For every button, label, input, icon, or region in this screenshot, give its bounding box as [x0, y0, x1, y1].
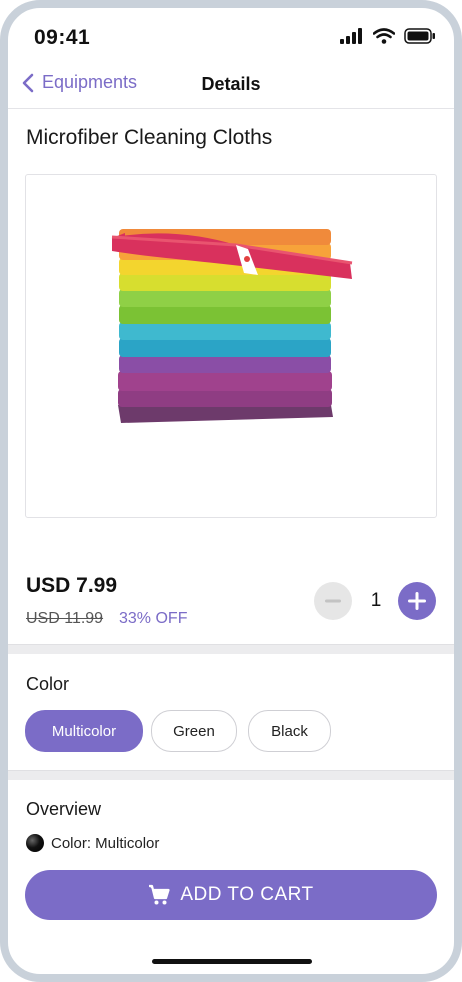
- nav-bar: Equipments Details: [8, 68, 454, 109]
- overview-label: Overview: [26, 799, 102, 819]
- section-divider: [8, 644, 454, 654]
- cloth-layer: [118, 389, 332, 407]
- status-time: 09:41: [34, 26, 91, 49]
- battery-icon: [404, 28, 435, 44]
- current-price: USD 7.99: [26, 574, 118, 597]
- status-icons: [340, 28, 436, 44]
- product-title: Microfiber Cleaning Cloths: [26, 126, 273, 149]
- quantity-value: 1: [370, 590, 382, 611]
- wifi-icon: [373, 28, 395, 44]
- cloth-layer: [119, 355, 331, 373]
- add-to-cart-label: ADD TO CART: [180, 884, 314, 905]
- add-to-cart-button[interactable]: ADD TO CART: [25, 870, 437, 920]
- color-attribute: Color: Multicolor: [26, 834, 159, 852]
- cloth-layer: [119, 322, 331, 340]
- cloth-layer: [118, 371, 332, 391]
- cloth-layer: [119, 338, 331, 357]
- color-option-green[interactable]: Green: [151, 710, 237, 752]
- phone-frame: 09:41 Equipments Details Microfiber Clea…: [0, 0, 462, 982]
- plus-icon: [408, 592, 426, 610]
- cloth-layer: [119, 289, 331, 307]
- color-option-black[interactable]: Black: [248, 710, 331, 752]
- discount-badge: 33% OFF: [119, 610, 188, 627]
- cart-icon: [149, 884, 170, 905]
- color-section-label: Color: [26, 674, 70, 694]
- cloth-layer: [119, 305, 331, 324]
- quantity-decrease-button[interactable]: [314, 582, 352, 620]
- color-option-multicolor[interactable]: Multicolor: [25, 710, 143, 752]
- section-divider: [8, 770, 454, 780]
- cloth-stack-image: [111, 229, 353, 423]
- home-indicator[interactable]: [152, 959, 312, 964]
- old-price: USD 11.99: [26, 610, 104, 627]
- color-swatch-icon: [26, 834, 44, 852]
- page-title: Details: [201, 74, 261, 94]
- quantity-increase-button[interactable]: [398, 582, 436, 620]
- minus-icon: [325, 599, 341, 603]
- status-bar: 09:41: [8, 8, 454, 64]
- color-attribute-text: Color: Multicolor: [51, 834, 160, 852]
- product-image: [25, 174, 437, 518]
- cloth-layer: [119, 273, 331, 291]
- signal-icon: [340, 28, 362, 44]
